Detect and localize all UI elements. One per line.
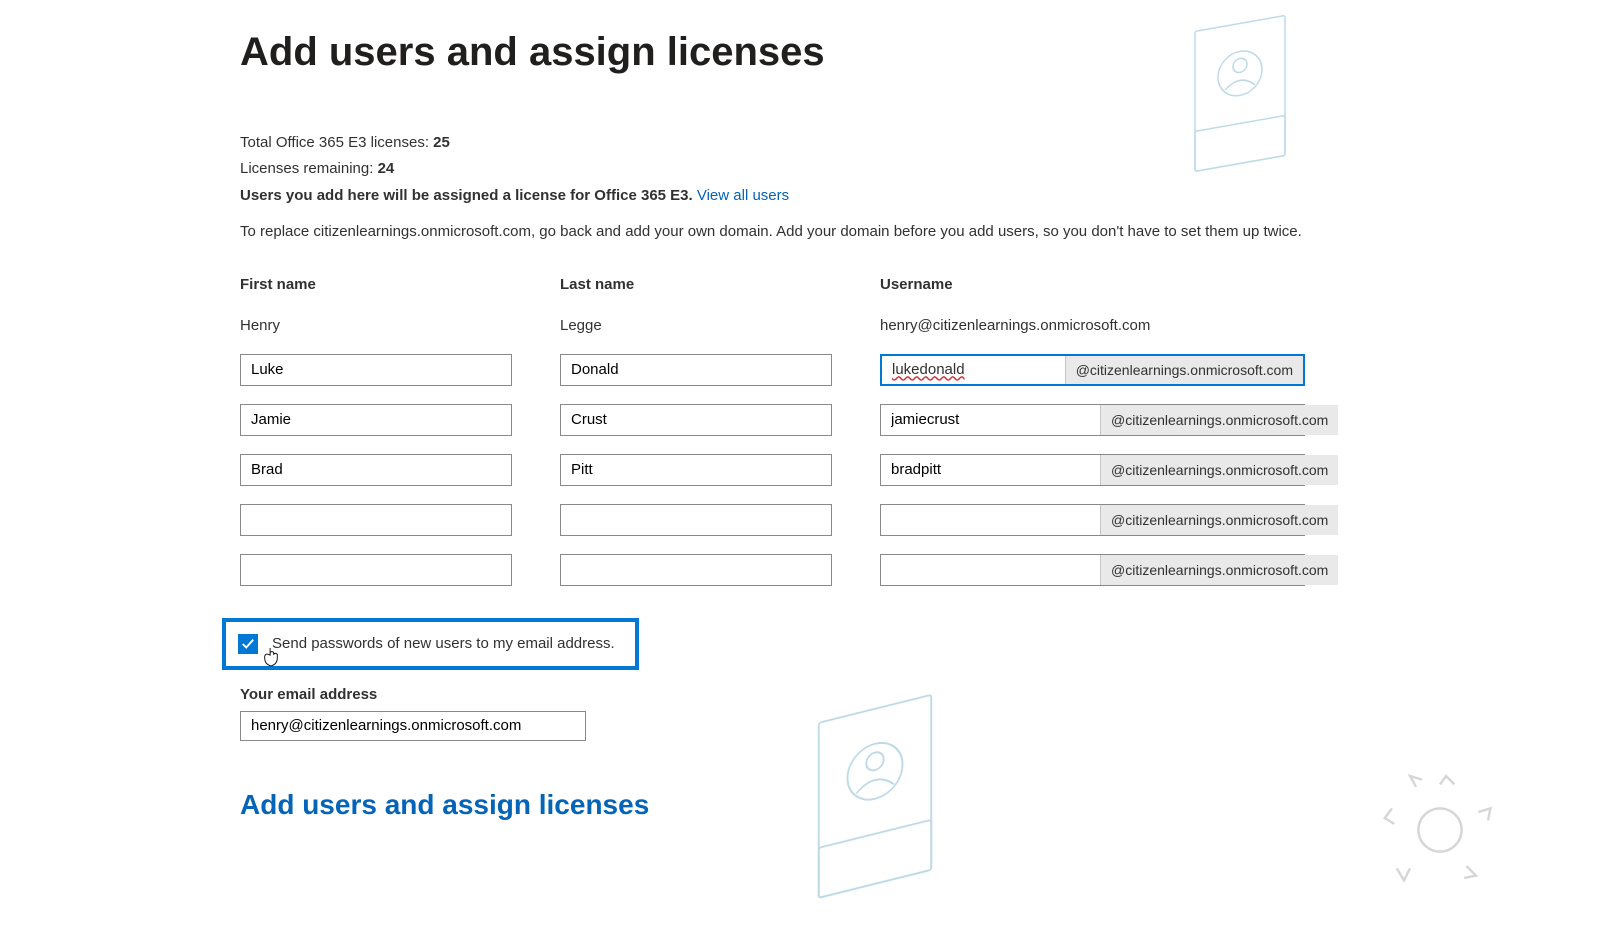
firstname-input[interactable] [240,454,512,486]
domain-suffix: @citizenlearnings.onmicrosoft.com [1100,505,1338,535]
column-header-firstname: First name [240,276,512,293]
user-input-row: @citizenlearnings.onmicrosoft.com [240,554,1600,586]
username-input[interactable] [881,555,1100,585]
assign-note: Users you add here will be assigned a li… [240,187,697,204]
user-input-row: @citizenlearnings.onmicrosoft.com [240,404,1600,436]
firstname-input[interactable] [240,504,512,536]
lastname-input[interactable] [560,554,832,586]
lastname-input[interactable] [560,404,832,436]
existing-user-row: Henry Legge henry@citizenlearnings.onmic… [240,317,1600,334]
view-all-users-link[interactable]: View all users [697,187,789,204]
remaining-licenses-value: 24 [378,160,395,177]
your-email-input[interactable] [240,711,586,741]
total-licenses-label: Total Office 365 E3 licenses: [240,134,433,151]
domain-suffix: @citizenlearnings.onmicrosoft.com [1100,405,1338,435]
user-input-row: @citizenlearnings.onmicrosoft.com [240,504,1600,536]
your-email-label: Your email address [240,686,1600,703]
send-passwords-checkbox[interactable] [238,634,258,654]
username-input[interactable] [881,455,1100,485]
column-header-username: Username [880,276,1305,293]
username-field[interactable]: @citizenlearnings.onmicrosoft.com [880,404,1305,436]
section-title: Add users and assign licenses [240,789,1600,821]
existing-firstname: Henry [240,317,512,334]
user-input-row: @citizenlearnings.onmicrosoft.com [240,454,1600,486]
username-field[interactable]: @citizenlearnings.onmicrosoft.com [880,554,1305,586]
license-summary: Total Office 365 E3 licenses: 25 License… [240,130,1600,209]
username-input[interactable] [881,405,1100,435]
username-input[interactable] [881,505,1100,535]
firstname-input[interactable] [240,554,512,586]
page-title: Add users and assign licenses [240,30,1600,75]
username-field[interactable]: @citizenlearnings.onmicrosoft.com [880,504,1305,536]
send-passwords-highlight: Send passwords of new users to my email … [222,618,639,670]
replace-domain-note: To replace citizenlearnings.onmicrosoft.… [240,223,1600,240]
firstname-input[interactable] [240,354,512,386]
remaining-licenses-label: Licenses remaining: [240,160,378,177]
lastname-input[interactable] [560,504,832,536]
column-header-lastname: Last name [560,276,832,293]
username-value: lukedonald [892,361,965,378]
username-field[interactable]: lukedonald @citizenlearnings.onmicrosoft.… [880,354,1305,386]
checkmark-icon [241,637,255,651]
total-licenses-value: 25 [433,134,450,151]
domain-suffix: @citizenlearnings.onmicrosoft.com [1065,356,1303,384]
send-passwords-label: Send passwords of new users to my email … [272,635,615,652]
username-field[interactable]: @citizenlearnings.onmicrosoft.com [880,454,1305,486]
lastname-input[interactable] [560,354,832,386]
existing-lastname: Legge [560,317,832,334]
existing-username: henry@citizenlearnings.onmicrosoft.com [880,317,1305,334]
firstname-input[interactable] [240,404,512,436]
lastname-input[interactable] [560,454,832,486]
domain-suffix: @citizenlearnings.onmicrosoft.com [1100,455,1338,485]
domain-suffix: @citizenlearnings.onmicrosoft.com [1100,555,1338,585]
user-input-row: lukedonald @citizenlearnings.onmicrosoft.… [240,354,1600,386]
